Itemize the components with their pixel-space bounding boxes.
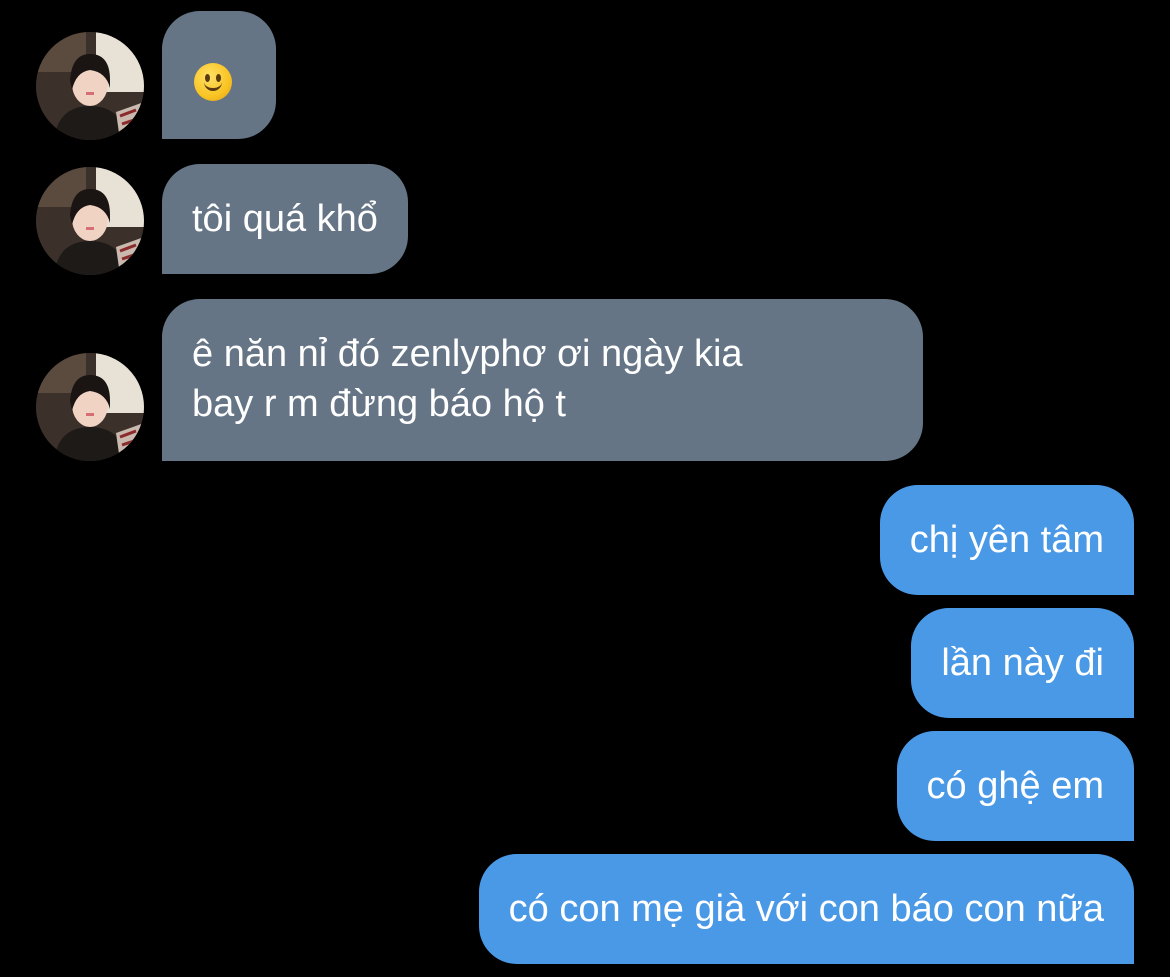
avatar-photo (36, 167, 144, 275)
avatar-photo (36, 353, 144, 461)
outgoing-message[interactable]: chị yên tâm (879, 485, 1134, 595)
contact-avatar[interactable] (36, 167, 144, 275)
outgoing-message[interactable]: có ghệ em (896, 731, 1134, 841)
incoming-message[interactable]: ê năn nỉ đó zenlyphơ ơi ngày kia bay r m… (162, 299, 923, 461)
contact-avatar[interactable] (36, 32, 144, 140)
avatar-photo (36, 32, 144, 140)
incoming-message[interactable]: tôi quá khổ (162, 164, 408, 274)
contact-avatar[interactable] (36, 353, 144, 461)
outgoing-message[interactable]: có con mẹ già với con báo con nữa (478, 854, 1134, 964)
incoming-message-emoji[interactable] (162, 11, 276, 139)
slightly-smiling-face-icon (194, 63, 232, 101)
outgoing-message[interactable]: lần này đi (911, 608, 1134, 718)
